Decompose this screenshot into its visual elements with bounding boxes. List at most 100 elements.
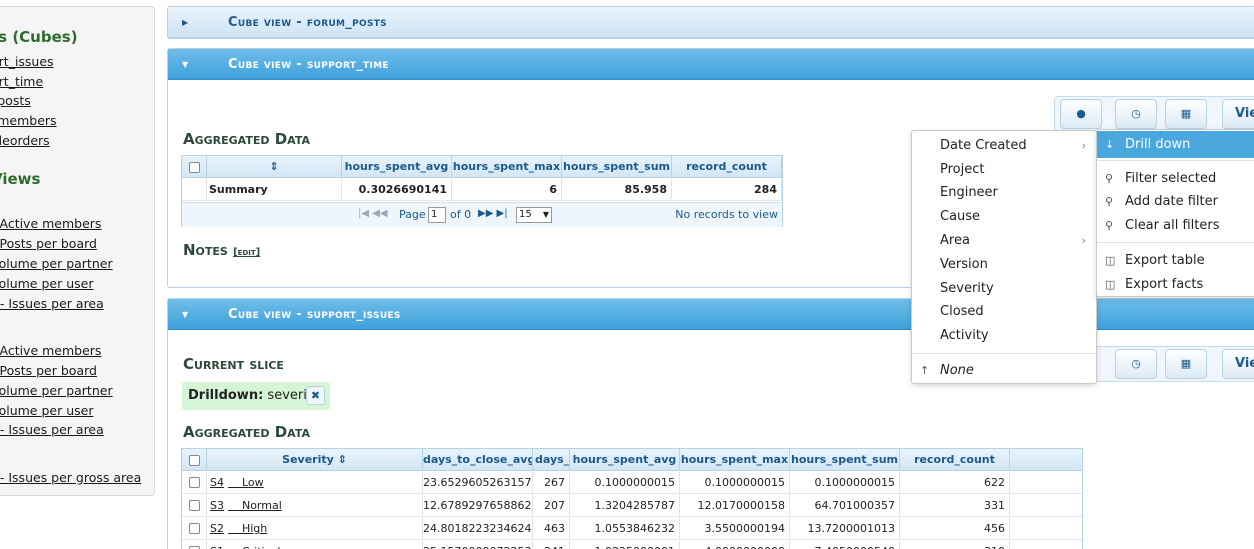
sidebar-cube-link[interactable]: aleorders: [0, 133, 50, 148]
menu-item-clear-all-filters[interactable]: ⚲ Clear all filters: [1097, 214, 1254, 238]
sort-column-header[interactable]: ⇕: [207, 156, 342, 178]
menu-item-severity[interactable]: Severity: [912, 277, 1096, 301]
summary-row[interactable]: Summary 0.3026690141 6 85.958 284: [182, 179, 782, 201]
column-header[interactable]: days_to_close_avg: [423, 449, 533, 471]
collapse-triangle-icon[interactable]: ▼: [182, 299, 188, 330]
date-button[interactable]: ◷: [1115, 99, 1157, 129]
summary-value: 6: [452, 179, 562, 201]
column-header[interactable]: record_count: [672, 156, 782, 178]
menu-item-date-created[interactable]: Date Created ›: [912, 134, 1096, 158]
menu-separator: [1097, 160, 1254, 161]
view-button[interactable]: Vie: [1222, 99, 1254, 129]
sidebar-view-link[interactable]: - Posts per board: [0, 363, 97, 378]
panel-title: Cube view - support_issues: [228, 307, 401, 322]
menu-item-none[interactable]: ↑ None: [912, 359, 1096, 383]
first-page-icon[interactable]: |◀ ◀◀: [358, 208, 388, 219]
table-row[interactable]: S2 High24.8018223234624144631.0553846232…: [182, 518, 1082, 540]
notes-edit-link[interactable]: [edit]: [233, 247, 260, 258]
severity-code[interactable]: S1: [210, 545, 224, 549]
column-header[interactable]: hours_spent_avg: [342, 156, 452, 178]
sidebar-view-link[interactable]: - Active members: [0, 343, 101, 358]
severity-cell[interactable]: S3 Normal: [207, 495, 423, 517]
sidebar-view-link[interactable]: - Active members: [0, 216, 101, 231]
severity-name[interactable]: Low: [228, 476, 264, 489]
severity-name[interactable]: Normal: [228, 499, 282, 512]
menu-item-area[interactable]: Area ›: [912, 229, 1096, 253]
sidebar-view-link[interactable]: t - Issues per gross area: [0, 470, 141, 485]
table-row[interactable]: S3 Normal12.6789297658862882071.32042857…: [182, 495, 1082, 517]
column-header[interactable]: hours_spent_sum: [562, 156, 672, 178]
severity-name[interactable]: Critical: [228, 545, 280, 549]
column-header[interactable]: hours_spent_sum: [790, 449, 900, 471]
column-header[interactable]: hours_spent_avg: [570, 449, 680, 471]
severity-name[interactable]: High: [228, 522, 267, 535]
row-checkbox[interactable]: [189, 500, 200, 511]
menu-item-activity[interactable]: Activity: [912, 324, 1096, 348]
sidebar-cube-link[interactable]: ort_issues: [0, 54, 54, 69]
panel-header[interactable]: ▶ Cube view - forum_posts: [168, 7, 1254, 38]
expand-triangle-icon[interactable]: ▶: [182, 7, 188, 38]
severity-code[interactable]: S4: [210, 476, 224, 489]
sidebar-view-link[interactable]: Volume per user: [0, 403, 93, 418]
collapse-triangle-icon[interactable]: ▼: [182, 49, 188, 80]
menu-item-cause[interactable]: Cause: [912, 205, 1096, 229]
menu-item-engineer[interactable]: Engineer: [912, 181, 1096, 205]
clock-icon: ◷: [1131, 357, 1141, 370]
export-icon: ◫: [1105, 254, 1116, 267]
chevron-right-icon: ›: [1081, 139, 1086, 152]
menu-item-closed[interactable]: Closed: [912, 300, 1096, 324]
next-page-icon[interactable]: ▶▶ ▶|: [478, 208, 508, 219]
sidebar-view-link[interactable]: Volume per user: [0, 276, 93, 291]
remove-drilldown-icon[interactable]: ✖: [306, 386, 325, 405]
column-header[interactable]: record_count: [900, 449, 1010, 471]
sidebar-cube-link[interactable]: _members: [0, 113, 57, 128]
menu-item-project[interactable]: Project: [912, 158, 1096, 182]
sidebar-cube-link[interactable]: ort_time: [0, 74, 43, 89]
drilldown-chip: Drilldown: severity ✖: [182, 382, 330, 410]
menu-item-filter-selected[interactable]: ⚲ Filter selected: [1097, 167, 1254, 191]
rows-select[interactable]: 15 ▼: [516, 207, 552, 223]
severity-cell[interactable]: S1 Critical: [207, 541, 423, 549]
objects-heading: ts (Cubes): [0, 28, 78, 46]
row-checkbox-cell: [182, 495, 207, 517]
menu-item-export-table[interactable]: ◫ Export table: [1097, 249, 1254, 273]
row-checkbox-cell: [182, 518, 207, 540]
table-cell: 0.1000000015: [570, 472, 680, 494]
panel-header[interactable]: ▼ Cube view - support_time: [168, 49, 1254, 80]
table-row[interactable]: S4 Low 23.65296052631579 267 0.1000000015 0.…: [182, 472, 1082, 494]
table-cell: 622: [900, 472, 1010, 494]
select-all-checkbox[interactable]: [189, 162, 200, 173]
menu-item-export-facts[interactable]: ◫ Export facts: [1097, 273, 1254, 297]
select-all-cell: [182, 156, 207, 178]
row-checkbox[interactable]: [189, 523, 200, 534]
severity-cell[interactable]: S2 High: [207, 518, 423, 540]
sidebar-view-link[interactable]: t - Issues per area: [0, 296, 104, 311]
table-row[interactable]: S1 Critical25.1570000072253422411.022500…: [182, 541, 1082, 549]
sidebar-view-link[interactable]: t - Issues per area: [0, 422, 104, 437]
column-header-severity[interactable]: Severity ⇕: [207, 449, 423, 471]
severity-code[interactable]: S3: [210, 499, 224, 512]
page-input[interactable]: 1: [428, 207, 446, 223]
current-slice-title: Current slice: [183, 355, 284, 373]
drill-action-button[interactable]: ●: [1060, 99, 1102, 129]
menu-item-add-date-filter[interactable]: ⚲ Add date filter: [1097, 190, 1254, 214]
select-all-checkbox[interactable]: [189, 455, 200, 466]
sidebar-view-link[interactable]: - Posts per board: [0, 236, 97, 251]
severity-cell[interactable]: S4 Low: [207, 472, 423, 494]
column-header[interactable]: hours_spent_max: [452, 156, 562, 178]
menu-item-version[interactable]: Version: [912, 253, 1096, 277]
arrow-up-icon: ↑: [920, 364, 930, 377]
severity-code[interactable]: S2: [210, 522, 224, 535]
view-button[interactable]: Vie: [1222, 349, 1254, 379]
sidebar-cube-link[interactable]: _posts: [0, 93, 31, 108]
date-button[interactable]: ◷: [1115, 349, 1157, 379]
table-cell: 1.3204285787: [570, 495, 680, 517]
table-button[interactable]: ▦: [1165, 99, 1207, 129]
column-header[interactable]: hours_spent_max: [680, 449, 790, 471]
row-checkbox[interactable]: [189, 477, 200, 488]
table-button[interactable]: ▦: [1165, 349, 1207, 379]
sidebar-view-link[interactable]: Volume per partner: [0, 383, 113, 398]
sidebar-view-link[interactable]: Volume per partner: [0, 256, 113, 271]
menu-item-drill-down[interactable]: ↓ Drill down: [1097, 131, 1254, 158]
column-header[interactable]: days_t: [533, 449, 570, 471]
